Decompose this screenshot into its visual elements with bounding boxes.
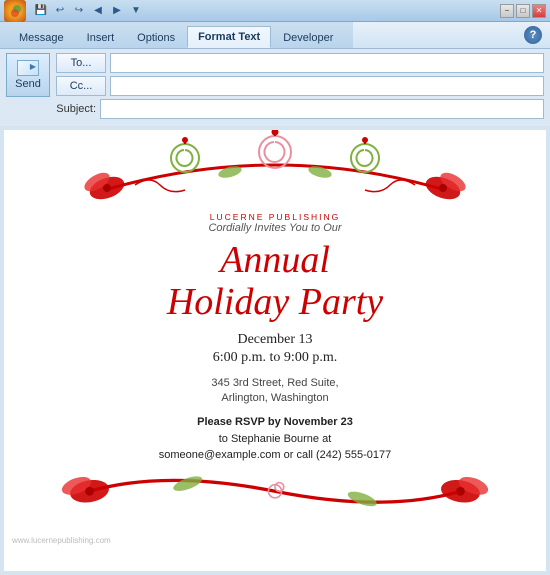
ribbon-tabs: Message Insert Options Format Text Devel…	[0, 22, 353, 48]
ribbon: Message Insert Options Format Text Devel…	[0, 22, 550, 49]
dropdown-icon[interactable]: ▼	[128, 3, 144, 19]
help-button[interactable]: ?	[524, 26, 542, 44]
tab-options[interactable]: Options	[126, 26, 186, 48]
to-input[interactable]	[110, 53, 544, 73]
subject-row: Subject:	[56, 99, 544, 119]
send-label: Send	[15, 78, 41, 90]
holiday-party-text: Holiday Party	[24, 282, 526, 324]
cc-input[interactable]	[110, 76, 544, 96]
office-button[interactable]	[4, 0, 26, 22]
back-icon[interactable]: ◀	[90, 3, 106, 19]
send-button[interactable]: Send	[6, 53, 50, 97]
rsvp-text: Please RSVP by November 23 to Stephanie …	[24, 414, 526, 464]
ornament-header	[24, 130, 526, 210]
rsvp-strong: Please RSVP by November 23	[197, 416, 353, 428]
cc-button[interactable]: Cc...	[56, 76, 106, 96]
time-text: 6:00 p.m. to 9:00 p.m.	[24, 350, 526, 366]
rsvp-to: to Stephanie Bourne at	[219, 433, 332, 445]
maximize-button[interactable]: □	[516, 4, 530, 18]
send-icon	[17, 60, 39, 76]
to-button[interactable]: To...	[56, 53, 106, 73]
invitation-card: LUCERNE PUBLISHING Cordially Invites You…	[4, 130, 546, 534]
subject-input[interactable]	[100, 99, 544, 119]
to-row: To...	[56, 53, 544, 73]
email-body: LUCERNE PUBLISHING Cordially Invites You…	[4, 130, 546, 571]
rsvp-contact: someone@example.com or call (242) 555-01…	[159, 449, 392, 461]
app-window: 💾 ↩ ↪ ◀ ▶ ▼ − □ ✕ Message Insert Options…	[0, 0, 550, 575]
minimize-button[interactable]: −	[500, 4, 514, 18]
tab-developer[interactable]: Developer	[272, 26, 344, 48]
ornament-footer	[24, 464, 526, 524]
publisher-name: LUCERNE PUBLISHING	[24, 212, 526, 222]
save-icon[interactable]: 💾	[33, 3, 49, 19]
tab-insert[interactable]: Insert	[76, 26, 126, 48]
tab-message[interactable]: Message	[8, 26, 75, 48]
bottom-ornament-svg	[24, 464, 526, 524]
address-line1: 345 3rd Street, Red Suite,	[24, 376, 526, 391]
ribbon-tab-row: Message Insert Options Format Text Devel…	[0, 22, 550, 48]
title-bar-left: 💾 ↩ ↪ ◀ ▶ ▼	[4, 0, 144, 22]
watermark: www.lucernepublishing.com	[4, 536, 546, 545]
window-controls: − □ ✕	[500, 4, 546, 18]
subject-label: Subject:	[56, 103, 100, 115]
compose-header: Send To... Cc... Subject:	[0, 49, 550, 126]
address-line2: Arlington, Washington	[24, 391, 526, 406]
title-bar: 💾 ↩ ↪ ◀ ▶ ▼ − □ ✕	[0, 0, 550, 22]
forward-icon[interactable]: ▶	[109, 3, 125, 19]
compose-fields: To... Cc... Subject:	[56, 53, 544, 122]
top-ornament-svg	[24, 130, 526, 210]
cordially-text: Cordially Invites You to Our	[24, 222, 526, 234]
undo-icon[interactable]: ↩	[52, 3, 68, 19]
cc-row: Cc...	[56, 76, 544, 96]
close-button[interactable]: ✕	[532, 4, 546, 18]
tab-format-text[interactable]: Format Text	[187, 26, 271, 48]
annual-text: Annual	[24, 240, 526, 282]
date-text: December 13	[24, 332, 526, 348]
redo-icon[interactable]: ↪	[71, 3, 87, 19]
